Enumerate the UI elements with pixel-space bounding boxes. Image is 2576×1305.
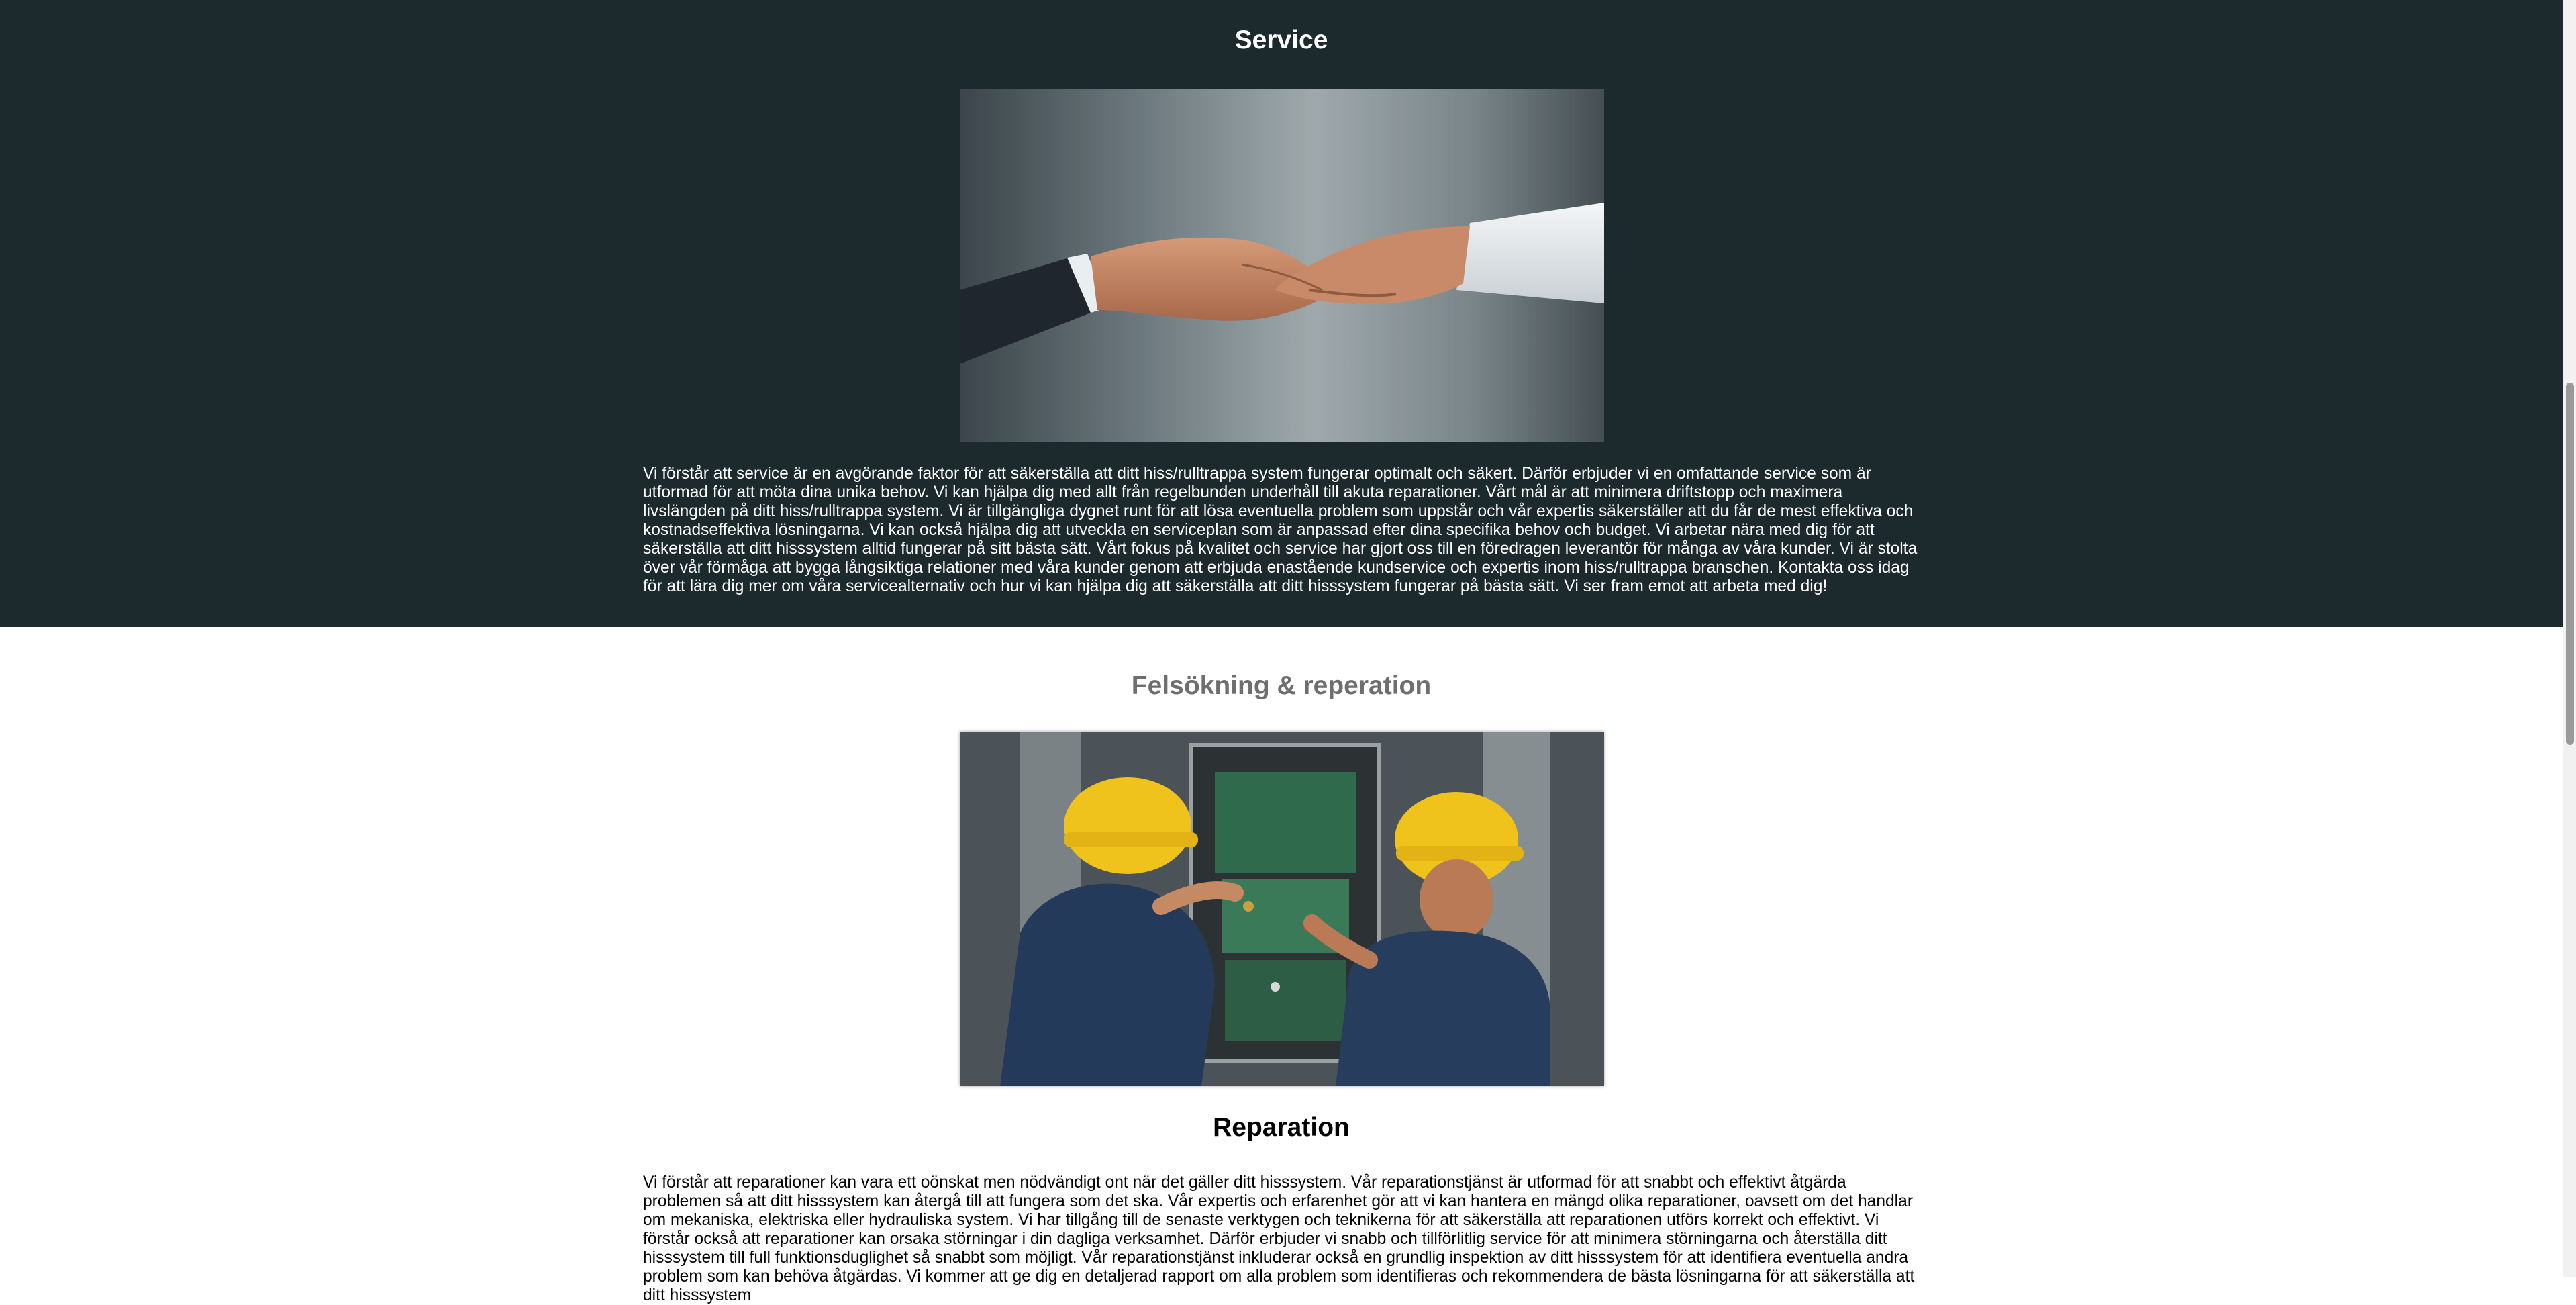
- vertical-scrollbar[interactable]: [2563, 0, 2576, 1277]
- repair-heading: Reparation: [1213, 1113, 1350, 1142]
- service-heading: Service: [1234, 26, 1328, 54]
- repair-image: [960, 732, 1604, 1086]
- page: Service Vi förstår att service är en avg…: [0, 0, 2563, 1304]
- troubleshooting-heading: Felsökning & reperation: [1131, 671, 1432, 700]
- service-section: Service Vi förstår att service är en avg…: [0, 0, 2563, 627]
- repair-paragraph: Vi förstår att reparationer kan vara ett…: [643, 1173, 1915, 1304]
- handshake-image: [960, 89, 1604, 442]
- handshake-photo-icon: [960, 89, 1604, 442]
- scrollbar-thumb[interactable]: [2566, 383, 2574, 745]
- service-paragraph: Vi förstår att service är en avgörande f…: [643, 465, 1918, 595]
- technicians-photo-icon: [960, 732, 1604, 1086]
